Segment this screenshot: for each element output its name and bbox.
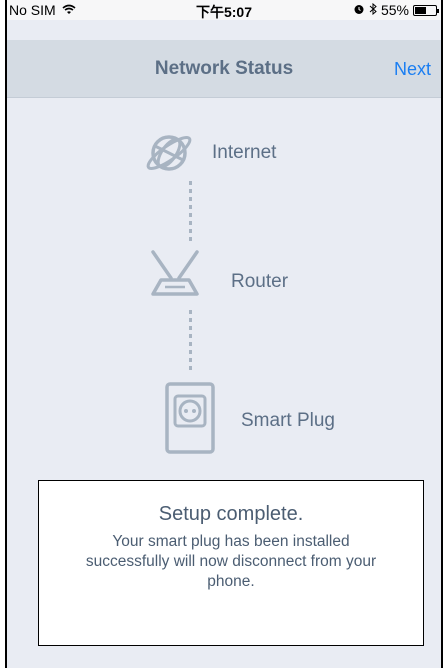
app-frame: No SIM 下午5:07 55% Network Status Next In…: [5, 0, 443, 668]
message-line-3: phone.: [207, 573, 255, 590]
smart-plug-label: Smart Plug: [241, 409, 335, 431]
page-title: Network Status: [154, 58, 294, 79]
router-label: Router: [231, 270, 289, 292]
router-icon: [147, 248, 203, 305]
smart-plug-node: Smart Plug: [165, 382, 335, 459]
next-button[interactable]: Next: [394, 59, 431, 80]
internet-router-connector: [189, 181, 192, 245]
router-node: Router: [147, 248, 288, 305]
router-plug-connector: [189, 310, 192, 374]
status-right: 55%: [353, 2, 439, 18]
globe-icon: [143, 127, 195, 184]
message-body: Your smart plug has been installed succe…: [39, 532, 423, 592]
battery-percent: 55%: [380, 2, 409, 18]
internet-label: Internet: [212, 141, 277, 163]
status-bar: No SIM 下午5:07 55%: [7, 0, 441, 20]
alarm-icon: [353, 2, 365, 18]
message-title: Setup complete.: [158, 503, 304, 525]
smart-plug-icon: [165, 382, 215, 459]
message-line-1: Your smart plug has been installed: [112, 533, 350, 550]
internet-node: Internet: [143, 127, 276, 184]
bluetooth-icon: [369, 2, 377, 18]
message-line-2: successfully will now disconnect from yo…: [85, 553, 377, 570]
battery-icon: [413, 4, 439, 16]
nav-bar: Network Status Next: [7, 40, 441, 98]
setup-complete-message: Setup complete. Your smart plug has been…: [38, 480, 424, 646]
